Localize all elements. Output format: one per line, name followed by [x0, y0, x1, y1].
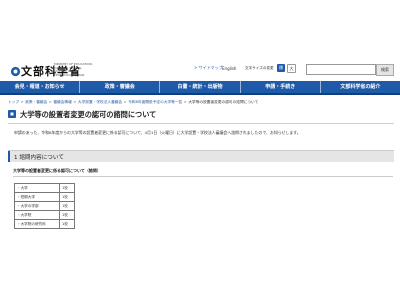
nav-item-news[interactable]: 会見・報道・お知らせ: [0, 81, 81, 93]
breadcrumb-link-home[interactable]: トップ: [8, 100, 19, 104]
search-button[interactable]: 検索: [376, 64, 394, 76]
text-size-standard-button[interactable]: 標: [277, 64, 285, 72]
nav-underline: [0, 93, 400, 95]
page-title-icon: [8, 110, 16, 118]
breadcrumb-link-council-info[interactable]: 審議会情報: [53, 100, 71, 104]
breadcrumb-link-council[interactable]: 大学設置・学校法人審議会: [78, 100, 122, 104]
section-title: 1 諮問内容について: [14, 155, 64, 161]
page-title: 大学等の設置者変更の認可の諮問について: [20, 110, 157, 119]
nav-item-policy[interactable]: 政策・審議会: [80, 81, 161, 93]
table-row: ・大学 1校: [14, 183, 75, 193]
consultation-table: ・大学 1校 ・短期大学 1校 ・大学の学部 1校 ・大学院 1校 ・大学院の研…: [14, 183, 75, 229]
global-nav: 会見・報道・お知らせ 政策・審議会 白書・統計・出版物 申請・手続き 文部科学省…: [0, 81, 400, 93]
nav-item-applications[interactable]: 申請・手続き: [241, 81, 321, 93]
site-header: 文部科学省 MINISTRY OF EDUCATION, CULTURE, SP…: [0, 0, 400, 80]
intro-text: 申請のあった、令和6年度からの大学等の設置者変更に係る認可について、4月1日（火…: [14, 130, 301, 135]
site-logo-english: MINISTRY OF EDUCATION, CULTURE, SPORTS, …: [54, 62, 93, 77]
text-size-large-button[interactable]: 大: [287, 64, 296, 73]
english-link[interactable]: English: [222, 66, 236, 71]
breadcrumb-link-list[interactable]: 令和6年度開設予定の大学等一覧: [128, 100, 182, 104]
breadcrumb-link-policy[interactable]: 政策・審議会: [25, 100, 47, 104]
breadcrumb-current: 大学等の設置者変更の認可の諮問について: [188, 100, 259, 104]
section-heading: 1 諮問内容について: [8, 150, 394, 162]
breadcrumb: トップ > 政策・審議会 > 審議会情報 > 大学設置・学校法人審議会 > 令和6年度開設予定の…: [8, 100, 258, 105]
table-cell-label: ・大学の学部: [14, 201, 60, 211]
table-cell-label: ・大学院: [14, 210, 60, 220]
table-cell-count: 1校: [59, 183, 75, 193]
table-cell-count: 1校: [59, 201, 75, 211]
section-accent-bar: [8, 151, 10, 162]
table-cell-label: ・大学: [14, 183, 60, 193]
table-row: ・大学院 1校: [14, 210, 75, 220]
table-cell-label: ・短期大学: [14, 192, 60, 202]
search-input[interactable]: [306, 64, 376, 75]
nav-item-publications[interactable]: 白書・統計・出版物: [160, 81, 241, 93]
table-row: ・大学院の研究科 1校: [14, 219, 75, 229]
table-row: ・短期大学 1校: [14, 192, 75, 202]
consultation-subheading: 大学等の設置者変更に係る認可について（諮問）: [13, 168, 393, 177]
table-cell-count: 1校: [59, 219, 75, 229]
table-cell-label: ・大学院の研究科: [14, 219, 60, 229]
page-title-bar: 大学等の設置者変更の認可の諮問について: [8, 107, 394, 124]
table-cell-count: 1校: [59, 192, 75, 202]
ministry-emblem-icon: [10, 66, 21, 77]
sitemap-link[interactable]: > サイトマップ: [194, 65, 223, 71]
nav-item-about[interactable]: 文部科学省の紹介: [321, 81, 400, 93]
text-size-label: 文字サイズの変更: [245, 66, 274, 70]
table-row: ・大学の学部 1校: [14, 201, 75, 211]
table-cell-count: 1校: [59, 210, 75, 220]
